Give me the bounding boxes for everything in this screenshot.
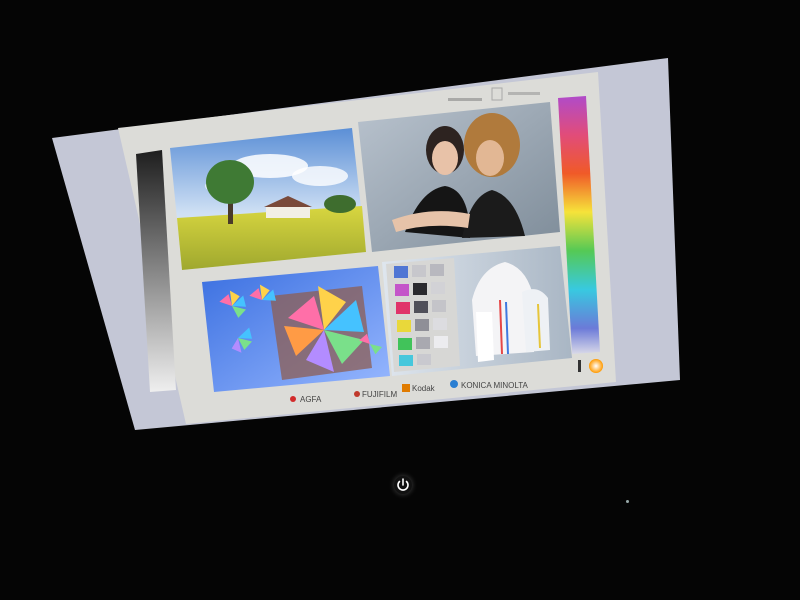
portrait-photo [358, 102, 560, 252]
brand-kodak: Kodak [412, 384, 436, 393]
fujifilm-logo-icon [354, 391, 360, 397]
landscape-photo [170, 128, 366, 270]
status-led [626, 500, 629, 503]
pinwheel-photo [202, 266, 390, 392]
brand-agfa: AGFA [300, 395, 322, 404]
color-wheel-icon [589, 359, 603, 373]
monitor-scene: AGFA FUJIFILM Kodak KONICA MINOLTA [52, 58, 680, 430]
brand-fujifilm: FUJIFILM [362, 390, 397, 399]
power-icon [397, 478, 409, 491]
kodak-logo-icon [402, 384, 410, 392]
agfa-logo-icon [290, 396, 296, 402]
power-button[interactable] [394, 476, 412, 494]
konica-minolta-logo-icon [450, 380, 458, 388]
brand-konica-minolta: KONICA MINOLTA [461, 381, 528, 390]
